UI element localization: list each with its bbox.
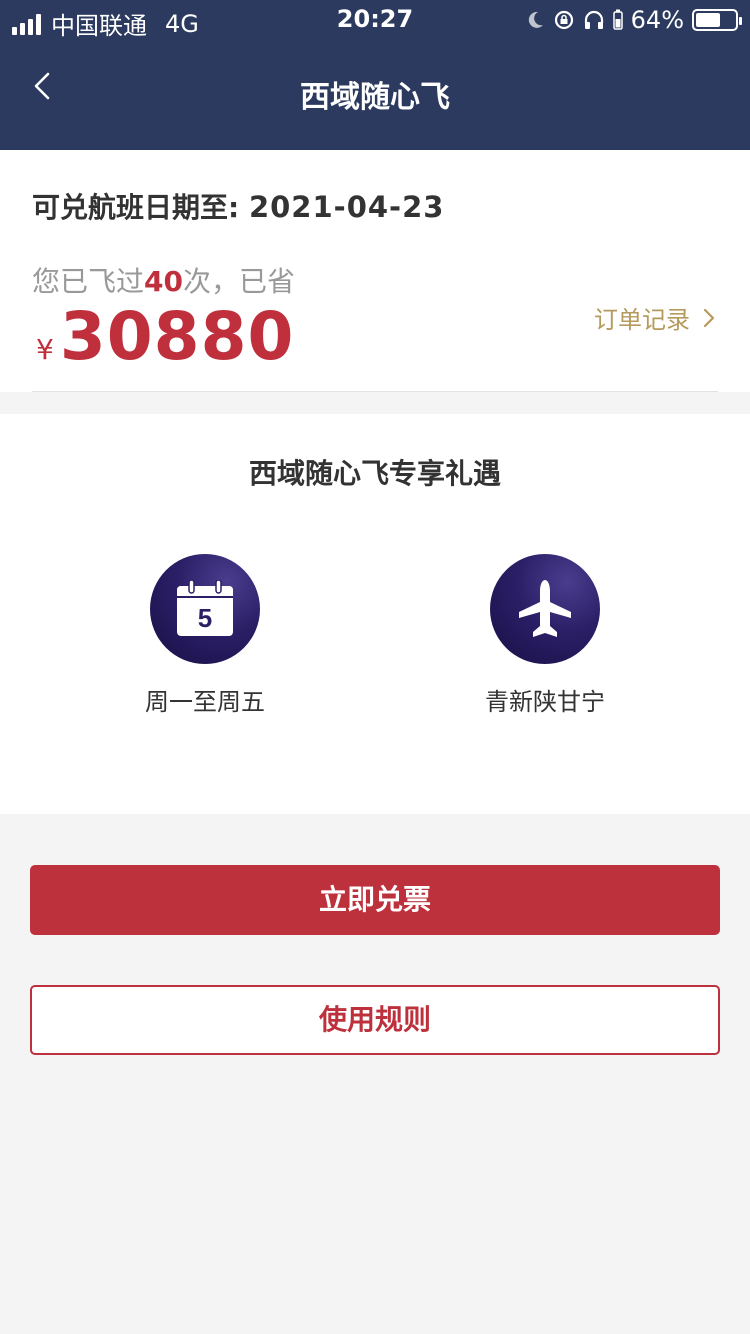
battery-percent: 64% (630, 6, 684, 34)
calendar-icon: 5 (177, 580, 233, 636)
benefit-label: 周一至周五 (145, 688, 265, 716)
calendar-day: 5 (198, 603, 212, 633)
redeem-ticket-button[interactable]: 立即兑票 (30, 865, 720, 935)
airplane-icon (519, 580, 571, 637)
chevron-right-icon (703, 308, 715, 327)
saved-amount-value: 30880 (59, 298, 295, 375)
battery-icon (692, 9, 742, 31)
headphone-battery-icon (612, 9, 623, 30)
benefit-icon-circle (490, 554, 600, 664)
saved-amount: ¥ 30880 (36, 298, 294, 375)
validity-date: 2021-04-23 (248, 190, 445, 224)
divider (32, 391, 718, 392)
nav-bar: 西域随心飞 (0, 40, 750, 150)
status-bar: 中国联通 4G 20:27 64% (0, 0, 750, 40)
rotation-lock-icon (554, 10, 573, 30)
flown-prefix: 您已飞过 (32, 265, 145, 298)
benefits-heading: 西域随心飞专享礼遇 (248, 457, 501, 490)
flown-suffix: 次，已省 (182, 265, 295, 298)
benefit-icon-circle: 5 (150, 554, 260, 664)
moon-icon (528, 11, 543, 28)
usage-rules-button[interactable]: 使用规则 (30, 985, 720, 1055)
order-history-label: 订单记录 (594, 306, 690, 334)
order-history-link[interactable]: 订单记录 (594, 300, 716, 335)
benefits-card: 西域随心飞专享礼遇 5 周一至周五 青新陕甘宁 (0, 414, 750, 814)
battery-fill (696, 13, 721, 27)
currency-symbol: ¥ (36, 333, 54, 366)
benefit-item-weekdays: 5 周一至周五 (95, 554, 315, 717)
benefit-item-region: 青新陕甘宁 (435, 554, 655, 717)
flown-line: 您已飞过40次，已省 (32, 260, 295, 300)
benefit-label: 青新陕甘宁 (485, 688, 605, 716)
page-title: 西域随心飞 (300, 80, 450, 115)
validity-line: 可兑航班日期至: 2021-04-23 (32, 186, 444, 226)
status-right: 64% (525, 6, 742, 34)
headphones-icon (584, 10, 603, 29)
flown-count: 40 (144, 265, 183, 298)
top-bar: 中国联通 4G 20:27 64% 西域随心飞 (0, 0, 750, 150)
validity-label: 可兑航班日期至: (32, 191, 240, 224)
summary-card: 可兑航班日期至: 2021-04-23 您已飞过40次，已省 ¥ 30880 订… (0, 150, 750, 392)
